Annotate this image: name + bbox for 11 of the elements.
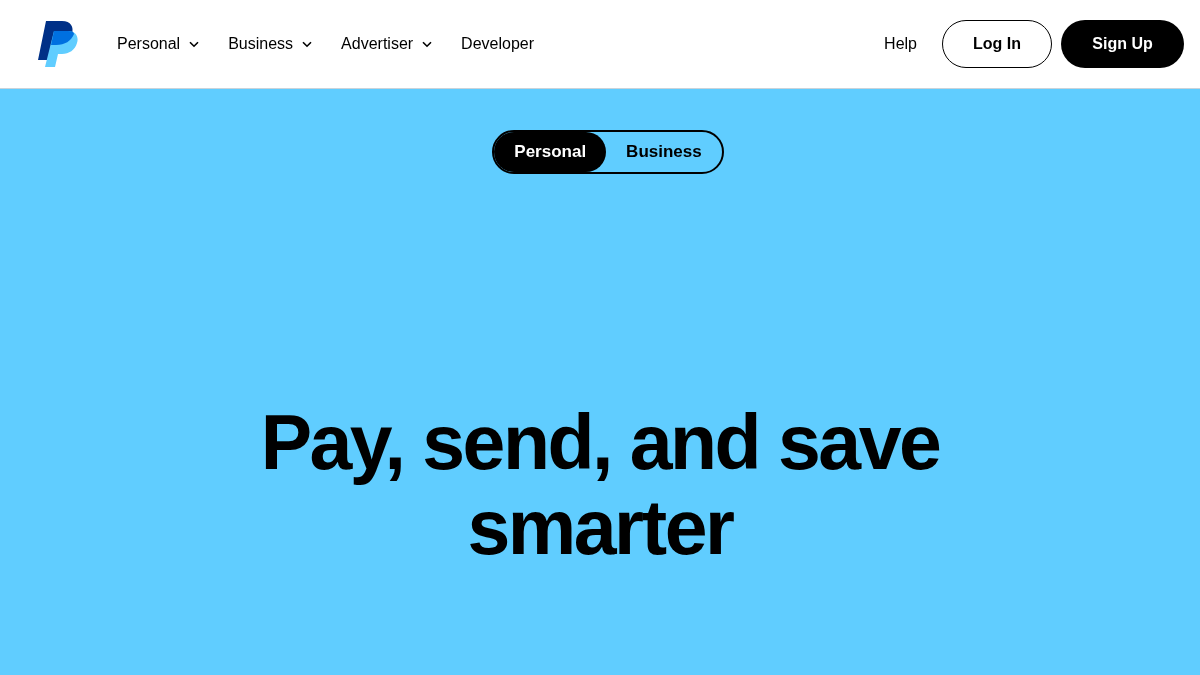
nav-menu-item[interactable]: Business (216, 27, 325, 61)
signup-button[interactable]: Sign Up (1061, 20, 1184, 68)
hero-heading: Pay, send, and save smarter (259, 400, 941, 570)
help-link[interactable]: Help (872, 27, 929, 61)
nav-menu-item[interactable]: Advertiser (329, 27, 445, 61)
toggle-option[interactable]: Personal (494, 132, 607, 172)
login-button[interactable]: Log In (942, 20, 1052, 68)
logo-icon[interactable] (38, 21, 78, 67)
toggle-option[interactable]: Business (606, 132, 722, 172)
nav-menu-item[interactable]: Personal (105, 27, 212, 61)
nav-menu-item[interactable]: Developer (449, 27, 547, 61)
